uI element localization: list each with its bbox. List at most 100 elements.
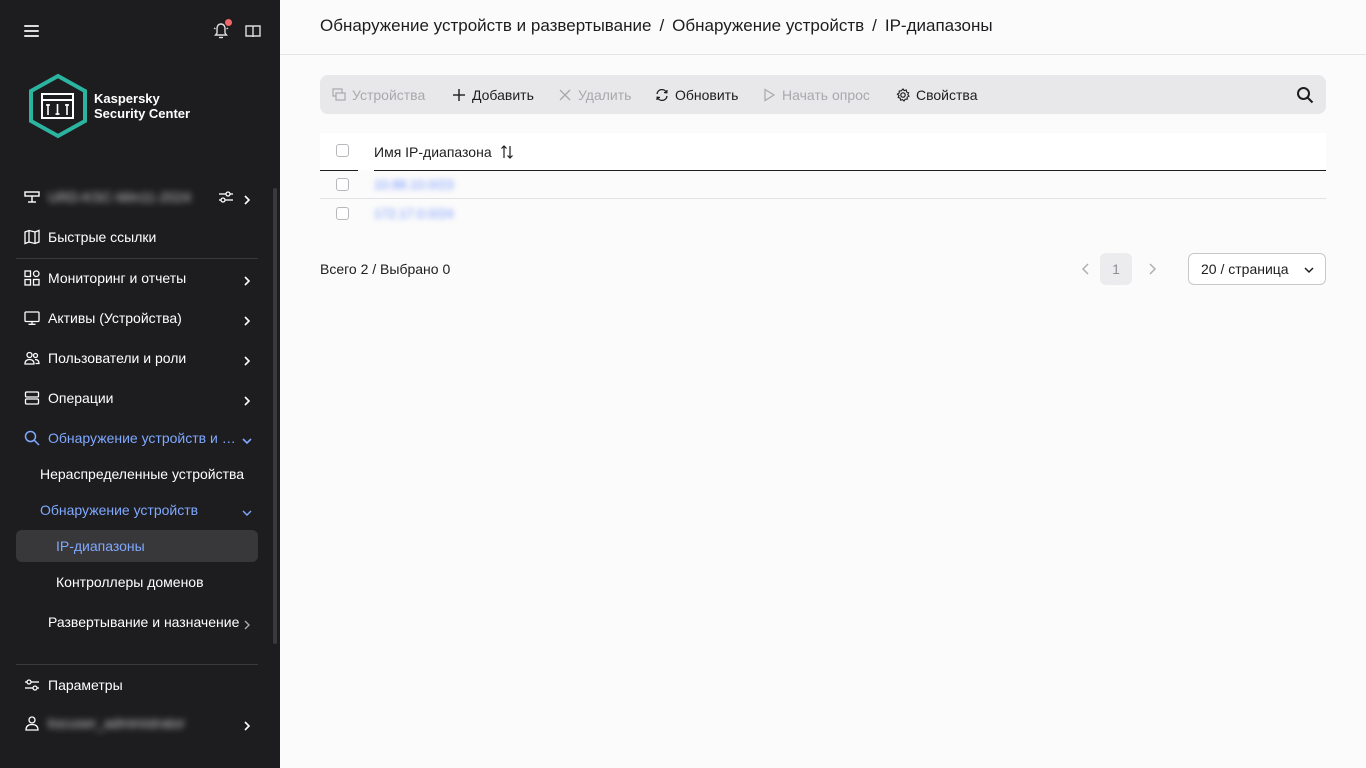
brand-name: Kaspersky Security Center bbox=[94, 91, 190, 121]
main-content: Обнаружение устройств и развертывание / Об… bbox=[280, 0, 1366, 768]
sidebar-divider bbox=[16, 258, 258, 259]
sidebar-item-discovery[interactable]: Обнаружение устройств и развертывание bbox=[16, 420, 258, 456]
brand-line-1: Kaspersky bbox=[94, 91, 160, 106]
properties-button[interactable]: Свойства bbox=[896, 75, 977, 114]
start-poll-label: Начать опрос bbox=[782, 86, 870, 103]
table-row[interactable]: 10.88.10.0/23 bbox=[320, 171, 1326, 200]
table-row[interactable]: 172.17.0.0/24 bbox=[320, 200, 1326, 229]
chevron-down-icon bbox=[242, 505, 252, 516]
book-icon[interactable] bbox=[245, 24, 261, 38]
select-all-checkbox[interactable] bbox=[336, 144, 349, 157]
breadcrumb-separator: / bbox=[872, 16, 877, 35]
sidebar-item-label: Операции bbox=[48, 390, 114, 406]
server-selector[interactable]: URD-KSC-Win11-2024 bbox=[16, 179, 258, 215]
add-button[interactable]: Добавить bbox=[452, 75, 534, 114]
breadcrumb-separator: / bbox=[659, 16, 665, 35]
sliders-icon bbox=[24, 677, 40, 693]
user-icon bbox=[24, 715, 40, 731]
breadcrumb-item[interactable]: Обнаружение устройств и развертывание bbox=[320, 16, 651, 35]
brand-line-2: Security Center bbox=[94, 106, 191, 121]
users-icon bbox=[24, 350, 40, 366]
user-name: kscuser_administrator bbox=[48, 715, 185, 731]
sidebar-item-label: Обнаружение устройств и развертывание bbox=[48, 430, 242, 446]
gear-icon bbox=[896, 87, 910, 102]
refresh-label: Обновить bbox=[675, 86, 739, 103]
sidebar-item-label: Контроллеры доменов bbox=[56, 574, 204, 590]
pagination-page-1[interactable]: 1 bbox=[1100, 253, 1132, 285]
notification-dot bbox=[225, 19, 232, 26]
sidebar-item-label: IP-диапазоны bbox=[56, 538, 145, 554]
sidebar-item-device-discovery[interactable]: Обнаружение устройств bbox=[16, 492, 258, 528]
chevron-right-icon bbox=[242, 192, 252, 205]
ip-range-link[interactable]: 172.17.0.0/24 bbox=[374, 206, 454, 221]
breadcrumb-item[interactable]: Обнаружение устройств bbox=[672, 16, 864, 35]
column-header-ip-range[interactable]: Имя IP-диапазона bbox=[374, 144, 514, 160]
server-stack-icon bbox=[24, 390, 40, 406]
sidebar-scrollbar[interactable] bbox=[273, 188, 277, 644]
sidebar-item-label: Мониторинг и отчеты bbox=[48, 270, 187, 286]
server-settings-icon[interactable] bbox=[218, 189, 234, 205]
refresh-icon bbox=[655, 88, 669, 102]
row-checkbox[interactable] bbox=[336, 178, 349, 191]
server-icon bbox=[24, 189, 40, 205]
column-header-label: Имя IP-диапазона bbox=[374, 144, 492, 160]
page-size-value: 20 / страница bbox=[1201, 261, 1289, 277]
chevron-right-icon bbox=[242, 617, 252, 630]
delete-button[interactable]: Удалить bbox=[558, 75, 631, 114]
sidebar-item-label: Нераспределенные устройства bbox=[40, 466, 245, 482]
sidebar-item-settings[interactable]: Параметры bbox=[16, 667, 258, 703]
devices-icon bbox=[332, 87, 346, 102]
sidebar-item-deployment[interactable]: Развертывание и назначение bbox=[16, 604, 258, 640]
row-divider bbox=[320, 198, 1326, 199]
refresh-button[interactable]: Обновить bbox=[655, 75, 738, 114]
kaspersky-logo bbox=[26, 73, 90, 139]
ip-range-link[interactable]: 10.88.10.0/23 bbox=[374, 177, 454, 192]
search-icon bbox=[24, 430, 40, 446]
close-icon bbox=[558, 88, 572, 102]
sidebar-item-monitoring[interactable]: Мониторинг и отчеты bbox=[16, 260, 258, 296]
pagination-prev-button[interactable] bbox=[1070, 253, 1102, 285]
header-divider bbox=[280, 54, 1366, 55]
properties-label: Свойства bbox=[916, 86, 978, 103]
sidebar-item-ip-ranges[interactable]: IP-диапазоны bbox=[16, 530, 258, 562]
sidebar-top-bar bbox=[0, 18, 280, 46]
breadcrumb-current: IP-диапазоны bbox=[884, 16, 993, 35]
sidebar: Kaspersky Security Center URD-KSC-Win11-… bbox=[0, 0, 280, 768]
sidebar-item-label: Активы (Устройства) bbox=[48, 310, 182, 326]
page-size-select[interactable]: 20 / страница bbox=[1188, 253, 1326, 285]
chevron-right-icon bbox=[242, 313, 252, 326]
sidebar-item-label: Быстрые ссылки bbox=[48, 229, 157, 245]
dashboard-icon bbox=[24, 270, 40, 286]
chevron-right-icon bbox=[242, 353, 252, 366]
sidebar-item-domain-controllers[interactable]: Контроллеры доменов bbox=[16, 564, 258, 600]
sidebar-item-label: Развертывание и назначение bbox=[48, 614, 240, 630]
sidebar-item-unassigned[interactable]: Нераспределенные устройства bbox=[16, 456, 258, 492]
sort-icon[interactable] bbox=[500, 145, 514, 159]
monitor-icon bbox=[24, 310, 40, 326]
sidebar-item-users[interactable]: Пользователи и роли bbox=[16, 340, 258, 376]
sidebar-item-label: Параметры bbox=[48, 677, 123, 693]
chevron-right-icon bbox=[242, 273, 252, 286]
sidebar-item-user[interactable]: kscuser_administrator bbox=[16, 705, 258, 741]
hamburger-menu-icon[interactable] bbox=[24, 25, 39, 38]
sidebar-item-label: Пользователи и роли bbox=[48, 350, 187, 366]
start-poll-button[interactable]: Начать опрос bbox=[762, 75, 870, 114]
table-header: Имя IP-диапазона bbox=[320, 133, 1326, 171]
chevron-right-icon bbox=[242, 393, 252, 406]
devices-button[interactable]: Устройства bbox=[332, 75, 425, 114]
delete-label: Удалить bbox=[578, 86, 632, 103]
sidebar-item-quick-links[interactable]: Быстрые ссылки bbox=[16, 219, 258, 255]
pagination-next-button[interactable] bbox=[1136, 253, 1168, 285]
sidebar-item-assets[interactable]: Активы (Устройства) bbox=[16, 300, 258, 336]
devices-label: Устройства bbox=[352, 86, 426, 103]
notification-bell-icon[interactable] bbox=[213, 19, 232, 40]
sidebar-item-operations[interactable]: Операции bbox=[16, 380, 258, 416]
toolbar: Устройства Добавить Удалить Обновить Нач… bbox=[320, 75, 1326, 114]
map-icon bbox=[24, 229, 40, 245]
total-selected-count: Всего 2 / Выбрано 0 bbox=[320, 261, 451, 277]
server-name: URD-KSC-Win11-2024 bbox=[48, 189, 191, 205]
search-icon[interactable] bbox=[1296, 86, 1314, 104]
play-icon bbox=[762, 87, 776, 102]
breadcrumb: Обнаружение устройств и развертывание / Об… bbox=[320, 16, 993, 38]
row-checkbox[interactable] bbox=[336, 207, 349, 220]
